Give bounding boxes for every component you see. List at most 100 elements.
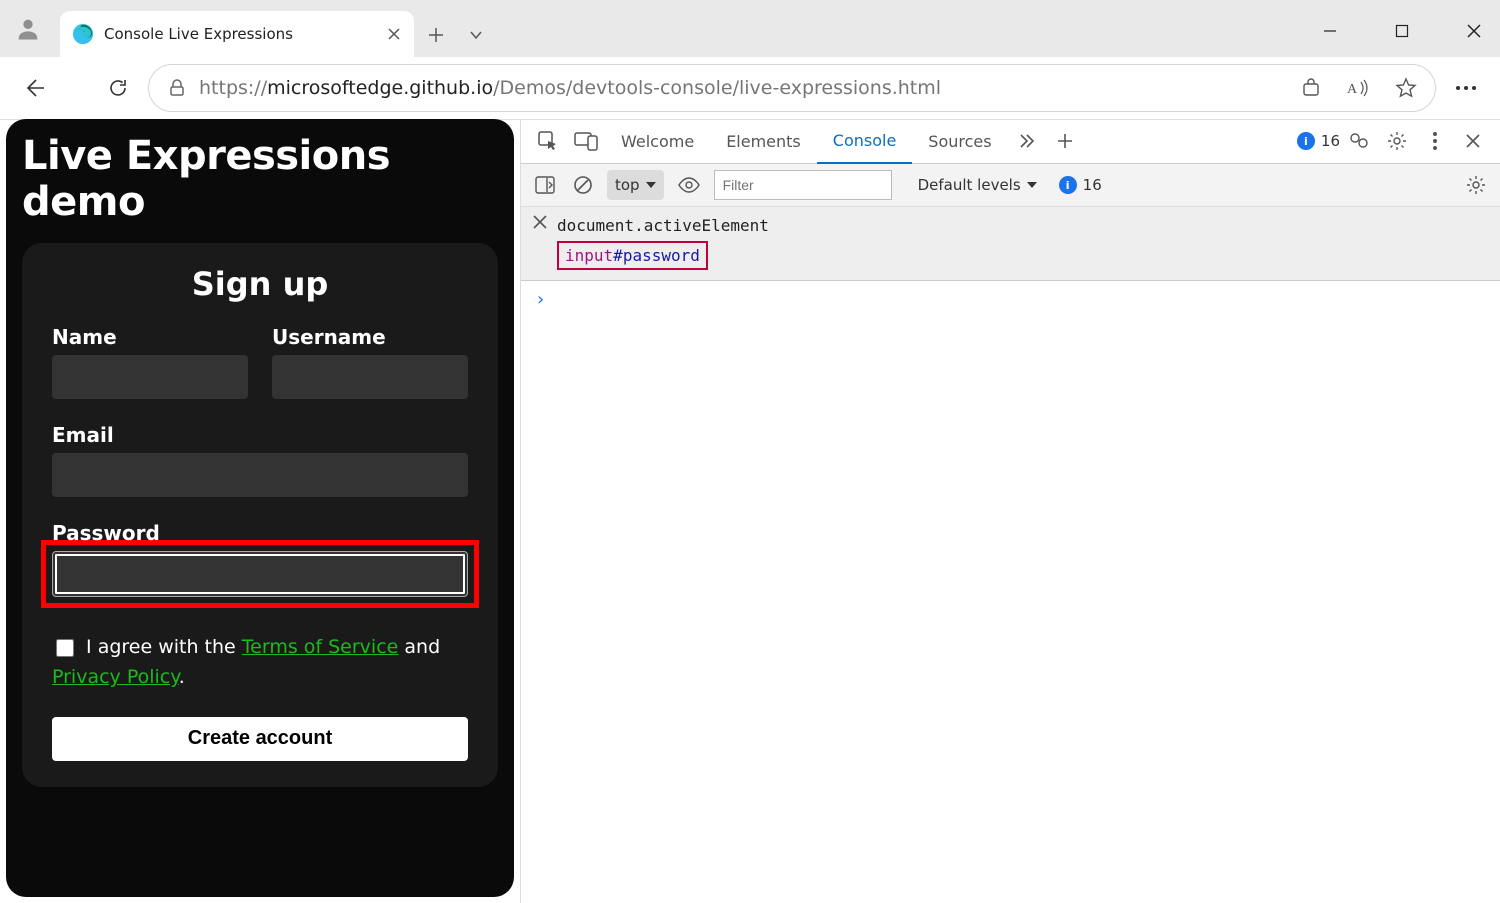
tab-console[interactable]: Console [817, 118, 913, 165]
live-expression-result: input#password [557, 241, 708, 271]
sidebar-toggle-button[interactable] [531, 166, 559, 204]
error-counter[interactable]: i 16 [1297, 132, 1340, 150]
console-body[interactable]: › [521, 281, 1500, 318]
window-maximize-button[interactable] [1384, 13, 1420, 49]
refresh-icon [107, 77, 129, 99]
plus-icon [1056, 132, 1074, 150]
context-selector-value: top [615, 176, 640, 194]
kebab-icon [1432, 131, 1438, 151]
devtools-settings-button[interactable] [1378, 122, 1416, 160]
result-tagname: input [565, 246, 613, 265]
plus-icon [427, 26, 445, 44]
browser-tab-active[interactable]: Console Live Expressions [60, 11, 414, 57]
agree-suffix: . [179, 666, 185, 688]
demo-page: Live Expressions demo Sign up Name Usern… [6, 119, 514, 897]
tab-title: Console Live Expressions [104, 25, 376, 43]
browser-tabstrip: Console Live Expressions [0, 0, 1500, 57]
tab-sources[interactable]: Sources [912, 119, 1007, 163]
name-label: Name [52, 325, 248, 349]
chevron-double-right-icon [1018, 132, 1036, 150]
clear-icon [573, 175, 593, 195]
agree-mid: and [398, 636, 440, 658]
arrow-left-icon [23, 77, 45, 99]
window-close-button[interactable] [1456, 13, 1492, 49]
name-input[interactable] [52, 355, 248, 399]
clear-console-button[interactable] [569, 166, 597, 204]
agree-prefix: I agree with the [86, 636, 242, 658]
devtools-close-button[interactable] [1454, 122, 1492, 160]
console-settings-button[interactable] [1462, 166, 1490, 204]
username-input[interactable] [272, 355, 468, 399]
url-text-wrapper: https://microsoftedge.github.io/Demos/de… [199, 77, 941, 99]
back-button[interactable] [16, 70, 52, 106]
caret-down-icon [646, 182, 656, 188]
result-hash: # [613, 246, 623, 265]
favorite-icon[interactable] [1395, 77, 1417, 99]
ellipsis-icon [1455, 85, 1477, 91]
address-bar[interactable]: https://microsoftedge.github.io/Demos/de… [148, 64, 1436, 112]
live-expression-row: document.activeElement input#password [521, 207, 1500, 281]
person-icon [14, 15, 42, 43]
signup-heading: Sign up [52, 265, 468, 303]
devices-icon [574, 131, 598, 151]
log-levels-selector[interactable]: Default levels [918, 176, 1037, 194]
signup-card: Sign up Name Username Email Password [22, 243, 498, 787]
tab-actions-button[interactable] [458, 17, 494, 53]
device-toolbar-button[interactable] [567, 122, 605, 160]
password-highlight [41, 540, 479, 608]
refresh-button[interactable] [100, 70, 136, 106]
url-protocol: https:// [199, 77, 267, 99]
add-tab-button[interactable] [1046, 122, 1084, 160]
devtools-menu-button[interactable] [1416, 122, 1454, 160]
tab-elements[interactable]: Elements [710, 119, 817, 163]
gear-icon [1466, 175, 1486, 195]
chevron-down-icon [469, 28, 483, 42]
maximize-icon [1395, 24, 1409, 38]
browser-menu-button[interactable] [1448, 85, 1484, 91]
feedback-icon [1348, 131, 1370, 151]
devtools-panel: Welcome Elements Console Sources i 16 [520, 119, 1500, 903]
log-levels-label: Default levels [918, 176, 1021, 194]
create-account-button[interactable]: Create account [52, 717, 468, 761]
devtools-tabbar: Welcome Elements Console Sources i 16 [521, 119, 1500, 164]
issues-counter[interactable]: i 16 [1059, 176, 1102, 194]
url-host: microsoftedge.github.io [267, 77, 493, 99]
live-expression-code[interactable]: document.activeElement [557, 213, 769, 239]
password-input[interactable] [52, 551, 468, 597]
read-aloud-icon[interactable]: A [1347, 78, 1369, 98]
eye-icon [678, 177, 700, 193]
close-icon [533, 215, 547, 229]
email-input[interactable] [52, 453, 468, 497]
sidebar-icon [535, 176, 555, 194]
new-tab-button[interactable] [418, 17, 454, 53]
tos-link[interactable]: Terms of Service [242, 636, 399, 658]
more-tabs-button[interactable] [1008, 122, 1046, 160]
window-minimize-button[interactable] [1312, 13, 1348, 49]
live-expression-button[interactable] [674, 177, 704, 193]
url-path: /Demos/devtools-console/live-expressions… [493, 77, 941, 99]
username-label: Username [272, 325, 468, 349]
close-icon [1466, 23, 1482, 39]
caret-down-icon [1027, 182, 1037, 188]
console-toolbar: top Default levels i 16 [521, 164, 1500, 207]
gear-icon [1387, 131, 1407, 151]
info-dot-icon: i [1059, 176, 1077, 194]
profile-avatar[interactable] [8, 9, 48, 49]
remove-expression-button[interactable] [533, 213, 547, 233]
shopping-icon[interactable] [1301, 78, 1321, 98]
filter-input[interactable] [714, 170, 892, 200]
lock-icon [167, 78, 187, 98]
tab-welcome[interactable]: Welcome [605, 119, 710, 163]
close-icon [1465, 133, 1481, 149]
privacy-link[interactable]: Privacy Policy [52, 666, 179, 688]
info-dot-icon: i [1297, 132, 1315, 150]
inspect-element-button[interactable] [529, 122, 567, 160]
feedback-button[interactable] [1340, 122, 1378, 160]
context-selector[interactable]: top [607, 170, 664, 200]
agree-checkbox[interactable] [56, 639, 74, 657]
result-id: password [623, 246, 700, 265]
close-icon[interactable] [386, 26, 402, 42]
error-count: 16 [1321, 132, 1340, 150]
page-title: Live Expressions demo [22, 133, 498, 225]
browser-toolbar: https://microsoftedge.github.io/Demos/de… [0, 57, 1500, 120]
